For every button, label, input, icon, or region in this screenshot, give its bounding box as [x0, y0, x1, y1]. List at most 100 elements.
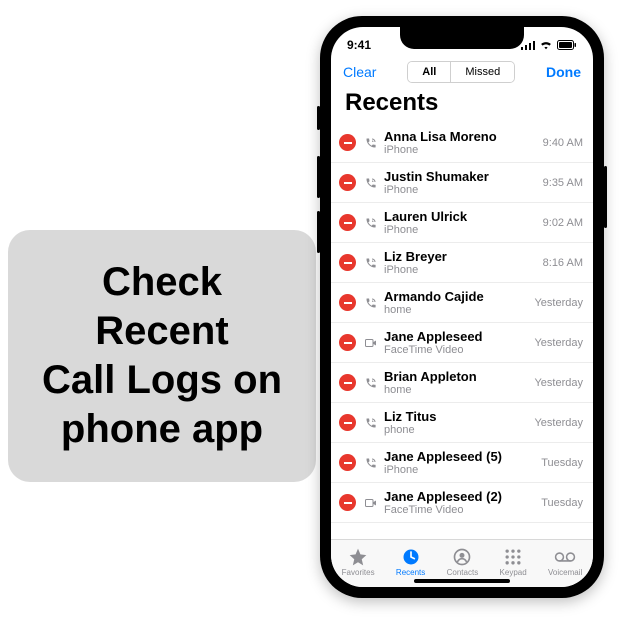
call-info: Brian Appletonhome [384, 369, 528, 396]
call-source: iPhone [384, 224, 537, 236]
nav-bar: Clear All Missed Done [331, 57, 593, 87]
caller-name: Brian Appleton [384, 369, 528, 384]
call-info: Jane Appleseed (2)FaceTime Video [384, 489, 535, 516]
call-source: home [384, 384, 528, 396]
clock-icon [401, 547, 421, 567]
call-time: Yesterday [534, 337, 583, 349]
call-info: Jane Appleseed (5)iPhone [384, 449, 535, 476]
phone-outgoing-icon [364, 417, 378, 429]
delete-button[interactable] [339, 414, 356, 431]
delete-button[interactable] [339, 374, 356, 391]
tab-label: Contacts [447, 568, 479, 577]
caller-name: Liz Breyer [384, 249, 537, 264]
call-info: Jane AppleseedFaceTime Video [384, 329, 528, 356]
iphone-frame: 9:41 Clear All Missed Done Recents [320, 16, 604, 598]
call-time: Yesterday [534, 297, 583, 309]
instruction-caption: CheckRecentCall Logs onphone app [8, 230, 316, 482]
page-title: Recents [331, 87, 593, 123]
call-row[interactable]: Armando Cajidehome Yesterday [331, 283, 593, 323]
phone-outgoing-icon [364, 137, 378, 149]
caller-name: Anna Lisa Moreno [384, 129, 537, 144]
call-source: FaceTime Video [384, 344, 528, 356]
caller-name: Liz Titus [384, 409, 528, 424]
call-row[interactable]: Liz BreyeriPhone8:16 AM [331, 243, 593, 283]
delete-button[interactable] [339, 134, 356, 151]
delete-button[interactable] [339, 454, 356, 471]
call-info: Liz Titusphone [384, 409, 528, 436]
tab-keypad[interactable]: Keypad [500, 547, 527, 577]
call-source: phone [384, 424, 528, 436]
status-right [521, 40, 577, 50]
call-row[interactable]: Liz Titusphone Yesterday [331, 403, 593, 443]
volume-up [317, 156, 320, 198]
phone-outgoing-icon [364, 257, 378, 269]
call-row[interactable]: Anna Lisa MorenoiPhone 9:40 AM [331, 123, 593, 163]
screen: 9:41 Clear All Missed Done Recents [331, 27, 593, 587]
call-time: 9:40 AM [543, 137, 583, 149]
caller-name: Justin Shumaker [384, 169, 537, 184]
call-info: Lauren UlrickiPhone [384, 209, 537, 236]
tab-favorites[interactable]: Favorites [342, 547, 375, 577]
tab-voicemail[interactable]: Voicemail [548, 547, 582, 577]
call-time: Tuesday [541, 457, 583, 469]
delete-button[interactable] [339, 494, 356, 511]
call-info: Anna Lisa MorenoiPhone [384, 129, 537, 156]
call-time: Yesterday [534, 417, 583, 429]
segment-missed[interactable]: Missed [450, 62, 514, 82]
notch [400, 27, 524, 49]
caller-name: Jane Appleseed (5) [384, 449, 535, 464]
phone-outgoing-icon [364, 297, 378, 309]
call-row[interactable]: Jane AppleseedFaceTime Video Yesterday [331, 323, 593, 363]
person-icon [452, 547, 472, 567]
caption-text: CheckRecentCall Logs onphone app [42, 258, 282, 453]
call-source: FaceTime Video [384, 504, 535, 516]
call-info: Armando Cajidehome [384, 289, 528, 316]
delete-button[interactable] [339, 174, 356, 191]
delete-button[interactable] [339, 294, 356, 311]
star-icon [348, 547, 368, 567]
phone-outgoing-icon [364, 377, 378, 389]
call-source: iPhone [384, 264, 537, 276]
call-row[interactable]: Lauren UlrickiPhone 9:02 AM [331, 203, 593, 243]
battery-icon [557, 40, 577, 50]
call-row[interactable]: Jane Appleseed (2)FaceTime Video Tuesday [331, 483, 593, 523]
delete-button[interactable] [339, 334, 356, 351]
caller-name: Armando Cajide [384, 289, 528, 304]
call-time: 9:35 AM [543, 177, 583, 189]
tab-label: Recents [396, 568, 425, 577]
call-info: Justin ShumakeriPhone [384, 169, 537, 196]
tab-contacts[interactable]: Contacts [447, 547, 479, 577]
caller-name: Lauren Ulrick [384, 209, 537, 224]
call-row[interactable]: Justin ShumakeriPhone 9:35 AM [331, 163, 593, 203]
keypad-icon [503, 547, 523, 567]
wifi-icon [539, 40, 553, 50]
phone-outgoing-icon [364, 177, 378, 189]
mute-switch [317, 106, 320, 130]
caller-name: Jane Appleseed [384, 329, 528, 344]
segment-all[interactable]: All [408, 62, 450, 82]
call-source: home [384, 304, 528, 316]
home-indicator[interactable] [414, 579, 510, 583]
power-button [604, 166, 607, 228]
tab-recents[interactable]: Recents [396, 547, 425, 577]
caller-name: Jane Appleseed (2) [384, 489, 535, 504]
recents-list[interactable]: Anna Lisa MorenoiPhone9:40 AMJustin Shum… [331, 123, 593, 539]
call-source: iPhone [384, 464, 535, 476]
call-row[interactable]: Jane Appleseed (5)iPhone Tuesday [331, 443, 593, 483]
clear-button[interactable]: Clear [343, 64, 376, 80]
call-row[interactable]: Brian AppletonhomeYesterday [331, 363, 593, 403]
facetime-icon [364, 498, 378, 508]
call-source: iPhone [384, 144, 537, 156]
call-time: Tuesday [541, 497, 583, 509]
call-time: 9:02 AM [543, 217, 583, 229]
volume-down [317, 211, 320, 253]
call-source: iPhone [384, 184, 537, 196]
cellular-icon [521, 40, 535, 50]
delete-button[interactable] [339, 254, 356, 271]
tab-label: Keypad [500, 568, 527, 577]
done-button[interactable]: Done [546, 64, 581, 80]
facetime-icon [364, 338, 378, 348]
tab-segment: All Missed [407, 61, 515, 83]
delete-button[interactable] [339, 214, 356, 231]
phone-outgoing-icon [364, 457, 378, 469]
